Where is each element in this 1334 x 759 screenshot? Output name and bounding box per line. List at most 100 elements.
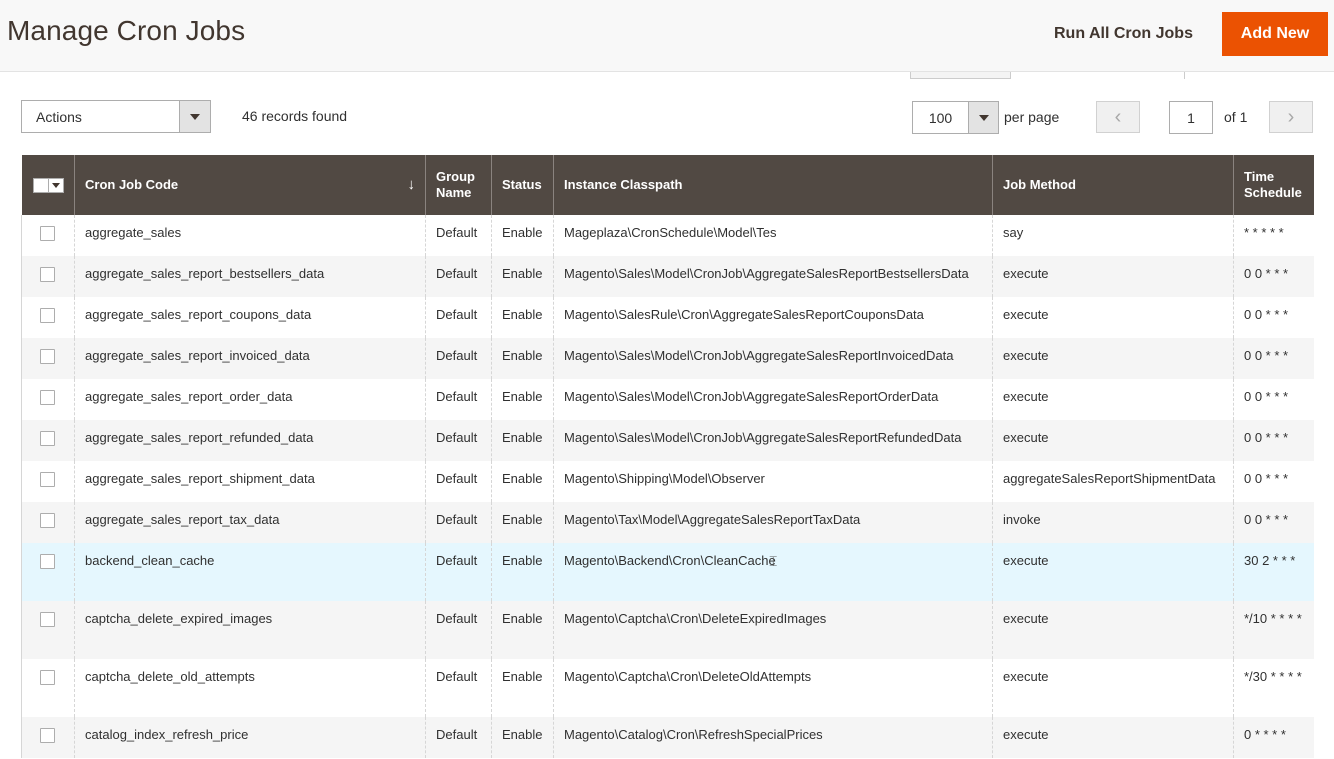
mass-select-control[interactable]: [32, 177, 65, 193]
column-header-method[interactable]: Job Method: [992, 155, 1234, 215]
header-divider: [1184, 72, 1185, 79]
row-select-cell[interactable]: [21, 338, 75, 379]
chevron-down-icon: [190, 113, 200, 120]
table-row[interactable]: aggregate_sales_report_invoiced_data Defa…: [21, 338, 1314, 379]
cell-status: Enable: [491, 461, 554, 502]
row-checkbox[interactable]: [40, 267, 55, 282]
cell-schedule: */30 * * * *: [1233, 659, 1314, 717]
actions-toggle[interactable]: [179, 101, 210, 132]
table-row[interactable]: aggregate_sales_report_coupons_data Defau…: [21, 297, 1314, 338]
per-page-label: per page: [1004, 109, 1060, 125]
row-select-cell[interactable]: [21, 461, 75, 502]
table-row[interactable]: aggregate_sales_report_tax_data Default En…: [21, 502, 1314, 543]
cell-classpath: Magento\SalesRule\Cron\AggregateSalesRep…: [553, 297, 993, 338]
row-select-cell[interactable]: [21, 256, 75, 297]
grid-body: aggregate_sales Default Enable Mageplaza\Cr…: [21, 215, 1314, 758]
cell-status: Enable: [491, 420, 554, 461]
row-select-cell[interactable]: [21, 543, 75, 601]
cell-group: Default: [425, 379, 492, 420]
cell-classpath: Magento\Sales\Model\CronJob\AggregateSal…: [553, 256, 993, 297]
table-row[interactable]: captcha_delete_expired_images Default Enab…: [21, 601, 1314, 659]
cell-group: Default: [425, 420, 492, 461]
cell-classpath: Mageplaza\CronSchedule\Model\Tes: [553, 215, 993, 256]
cell-schedule: 0 0 * * *: [1233, 461, 1314, 502]
cell-method: invoke: [992, 502, 1234, 543]
select-all-checkbox[interactable]: [32, 177, 49, 193]
row-select-cell[interactable]: [21, 717, 75, 758]
total-pages: of 1: [1224, 109, 1248, 125]
cell-code: catalog_index_refresh_price: [74, 717, 426, 758]
cell-status: Enable: [491, 379, 554, 420]
per-page-dropdown[interactable]: 100: [912, 101, 999, 134]
column-header-group[interactable]: Group Name: [425, 155, 492, 215]
row-select-cell[interactable]: [21, 297, 75, 338]
cell-classpath: Magento\Sales\Model\CronJob\AggregateSal…: [553, 379, 993, 420]
table-row[interactable]: aggregate_sales_report_order_data Default…: [21, 379, 1314, 420]
cell-method: execute: [992, 297, 1234, 338]
chevron-down-icon: [978, 114, 989, 121]
cell-status: Enable: [491, 717, 554, 758]
cell-group: Default: [425, 601, 492, 659]
cell-classpath: Magento\Captcha\Cron\DeleteOldAttempts: [553, 659, 993, 717]
cell-code: backend_clean_cache: [74, 543, 426, 601]
cell-schedule: 0 0 * * *: [1233, 502, 1314, 543]
cell-method: execute: [992, 338, 1234, 379]
row-checkbox[interactable]: [40, 431, 55, 446]
row-checkbox[interactable]: [40, 728, 55, 743]
next-page-button[interactable]: ›: [1269, 101, 1313, 133]
table-row[interactable]: aggregate_sales Default Enable Mageplaza\Cr…: [21, 215, 1314, 256]
row-select-cell[interactable]: [21, 215, 75, 256]
column-header-classpath[interactable]: Instance Classpath: [553, 155, 993, 215]
column-header-status[interactable]: Status: [491, 155, 554, 215]
cell-classpath: Magento\Catalog\Cron\RefreshSpecialPrice…: [553, 717, 993, 758]
per-page-toggle[interactable]: [968, 102, 998, 133]
cell-status: Enable: [491, 256, 554, 297]
column-header-code[interactable]: Cron Job Code ↓: [74, 155, 426, 215]
add-new-button[interactable]: Add New: [1222, 12, 1328, 56]
cell-classpath: Magento\Backend\Cron\CleanCache: [553, 543, 993, 601]
row-select-cell[interactable]: [21, 420, 75, 461]
row-select-cell[interactable]: [21, 659, 75, 717]
row-checkbox[interactable]: [40, 349, 55, 364]
table-row[interactable]: catalog_index_refresh_price Default Enable…: [21, 717, 1314, 758]
cell-code: aggregate_sales_report_tax_data: [74, 502, 426, 543]
actions-dropdown[interactable]: Actions: [21, 100, 211, 133]
table-row[interactable]: backend_clean_cache Default Enable Magento\…: [21, 543, 1314, 601]
row-checkbox[interactable]: [40, 226, 55, 241]
cell-classpath: Magento\Shipping\Model\Observer: [553, 461, 993, 502]
cell-code: captcha_delete_expired_images: [74, 601, 426, 659]
cell-schedule: 30 2 * * *: [1233, 543, 1314, 601]
mass-select-toggle[interactable]: [48, 177, 64, 193]
cell-status: Enable: [491, 338, 554, 379]
row-checkbox[interactable]: [40, 308, 55, 323]
row-checkbox[interactable]: [40, 472, 55, 487]
row-checkbox[interactable]: [40, 670, 55, 685]
row-checkbox[interactable]: [40, 513, 55, 528]
cell-method: execute: [992, 543, 1234, 601]
row-checkbox[interactable]: [40, 390, 55, 405]
page-header: Manage Cron Jobs Run All Cron Jobs Add N…: [0, 0, 1334, 72]
table-row[interactable]: aggregate_sales_report_bestsellers_data D…: [21, 256, 1314, 297]
cell-method: execute: [992, 256, 1234, 297]
current-page-input[interactable]: [1169, 101, 1213, 134]
mass-select-header[interactable]: [21, 155, 75, 215]
cell-method: execute: [992, 601, 1234, 659]
row-select-cell[interactable]: [21, 379, 75, 420]
cell-group: Default: [425, 215, 492, 256]
row-select-cell[interactable]: [21, 502, 75, 543]
table-row[interactable]: aggregate_sales_report_refunded_data Defa…: [21, 420, 1314, 461]
cell-group: Default: [425, 256, 492, 297]
row-select-cell[interactable]: [21, 601, 75, 659]
cell-group: Default: [425, 461, 492, 502]
table-row[interactable]: captcha_delete_old_attempts Default Enable…: [21, 659, 1314, 717]
cell-group: Default: [425, 338, 492, 379]
row-checkbox[interactable]: [40, 554, 55, 569]
cell-classpath: Magento\Sales\Model\CronJob\AggregateSal…: [553, 420, 993, 461]
row-checkbox[interactable]: [40, 612, 55, 627]
column-header-schedule[interactable]: Time Schedule: [1233, 155, 1314, 215]
cell-status: Enable: [491, 297, 554, 338]
cell-group: Default: [425, 543, 492, 601]
previous-page-button[interactable]: ‹: [1096, 101, 1140, 133]
run-all-cron-jobs-button[interactable]: Run All Cron Jobs: [1042, 12, 1205, 56]
table-row[interactable]: aggregate_sales_report_shipment_data Defa…: [21, 461, 1314, 502]
